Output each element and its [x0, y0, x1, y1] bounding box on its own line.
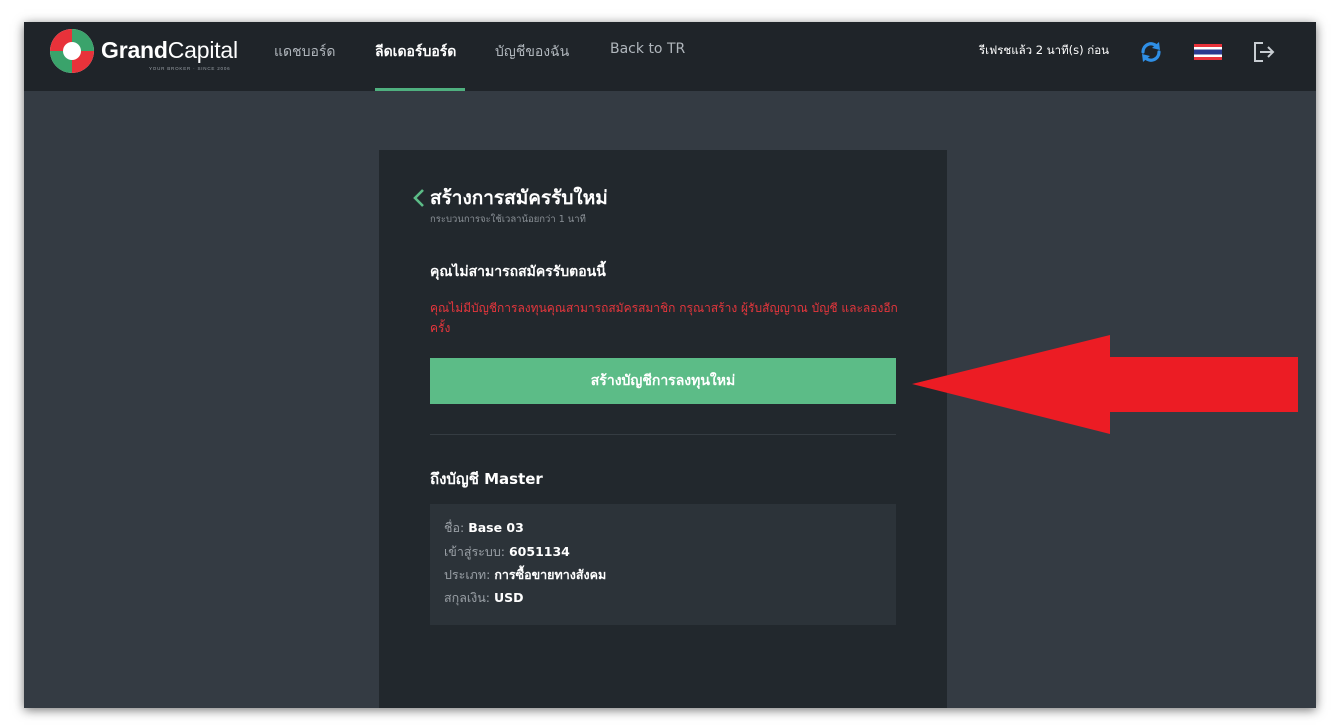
info-row-login: เข้าสู่ระบบ: 6051134 [444, 542, 570, 562]
master-info-box: ชื่อ: Base 03 เข้าสู่ระบบ: 6051134 ประเภท:… [430, 504, 896, 625]
logo-mark-icon [50, 29, 94, 73]
divider [430, 434, 896, 435]
warning-message: คุณไม่มีบัญชีการลงทุนคุณสามารถสมัครสมาชิ… [430, 301, 898, 335]
app-window: GrandCapital YOUR BROKER · SINCE 2006 แด… [24, 22, 1316, 708]
subscription-card: สร้างการสมัครรับใหม่ กระบวนการจะใช้เวลาน… [379, 150, 947, 708]
info-row-name: ชื่อ: Base 03 [444, 518, 524, 538]
card-subtitle: กระบวนการจะใช้เวลาน้อยกว่า 1 นาที [430, 214, 586, 225]
name-label: ชื่อ: [444, 520, 465, 535]
back-chevron-icon[interactable] [412, 188, 426, 208]
nav-my-accounts[interactable]: บัญชีของฉัน [495, 41, 569, 63]
grandcapital-logo[interactable]: GrandCapital YOUR BROKER · SINCE 2006 [49, 28, 249, 84]
info-row-type: ประเภท: การซื้อขายทางสังคม [444, 565, 606, 585]
logo-tagline: YOUR BROKER · SINCE 2006 [149, 66, 231, 71]
info-row-currency: สกุลเงิน: USD [444, 588, 524, 608]
login-value: 6051134 [508, 544, 570, 559]
active-tab-indicator [375, 88, 465, 91]
type-label: ประเภท: [444, 567, 491, 582]
refresh-status: รีเฟรชแล้ว 2 นาที(s) ก่อน [978, 43, 1109, 57]
name-value: Base 03 [468, 520, 524, 535]
warning-title: คุณไม่สามารถสมัครรับตอนนี้ [430, 264, 606, 280]
type-value: การซื้อขายทางสังคม [494, 567, 607, 582]
logo-wordmark: GrandCapital [101, 37, 238, 63]
nav-leaderboard[interactable]: ลีดเดอร์บอร์ด [375, 41, 456, 63]
currency-value: USD [494, 590, 524, 605]
nav-back-to-tr[interactable]: Back to TR [610, 41, 685, 57]
nav-dashboard[interactable]: แดชบอร์ด [274, 41, 336, 63]
currency-label: สกุลเงิน: [444, 590, 490, 605]
card-title: สร้างการสมัครรับใหม่ [430, 187, 608, 209]
create-investment-account-button[interactable]: สร้างบัญชีการลงทุนใหม่ [430, 358, 896, 404]
login-label: เข้าสู่ระบบ: [444, 544, 505, 559]
refresh-icon[interactable] [1137, 38, 1165, 66]
top-navbar: GrandCapital YOUR BROKER · SINCE 2006 แด… [24, 22, 1316, 91]
thai-flag-icon[interactable] [1194, 38, 1222, 66]
master-account-title: ถึงบัญชี Master [430, 470, 543, 488]
logout-icon[interactable] [1250, 38, 1278, 66]
